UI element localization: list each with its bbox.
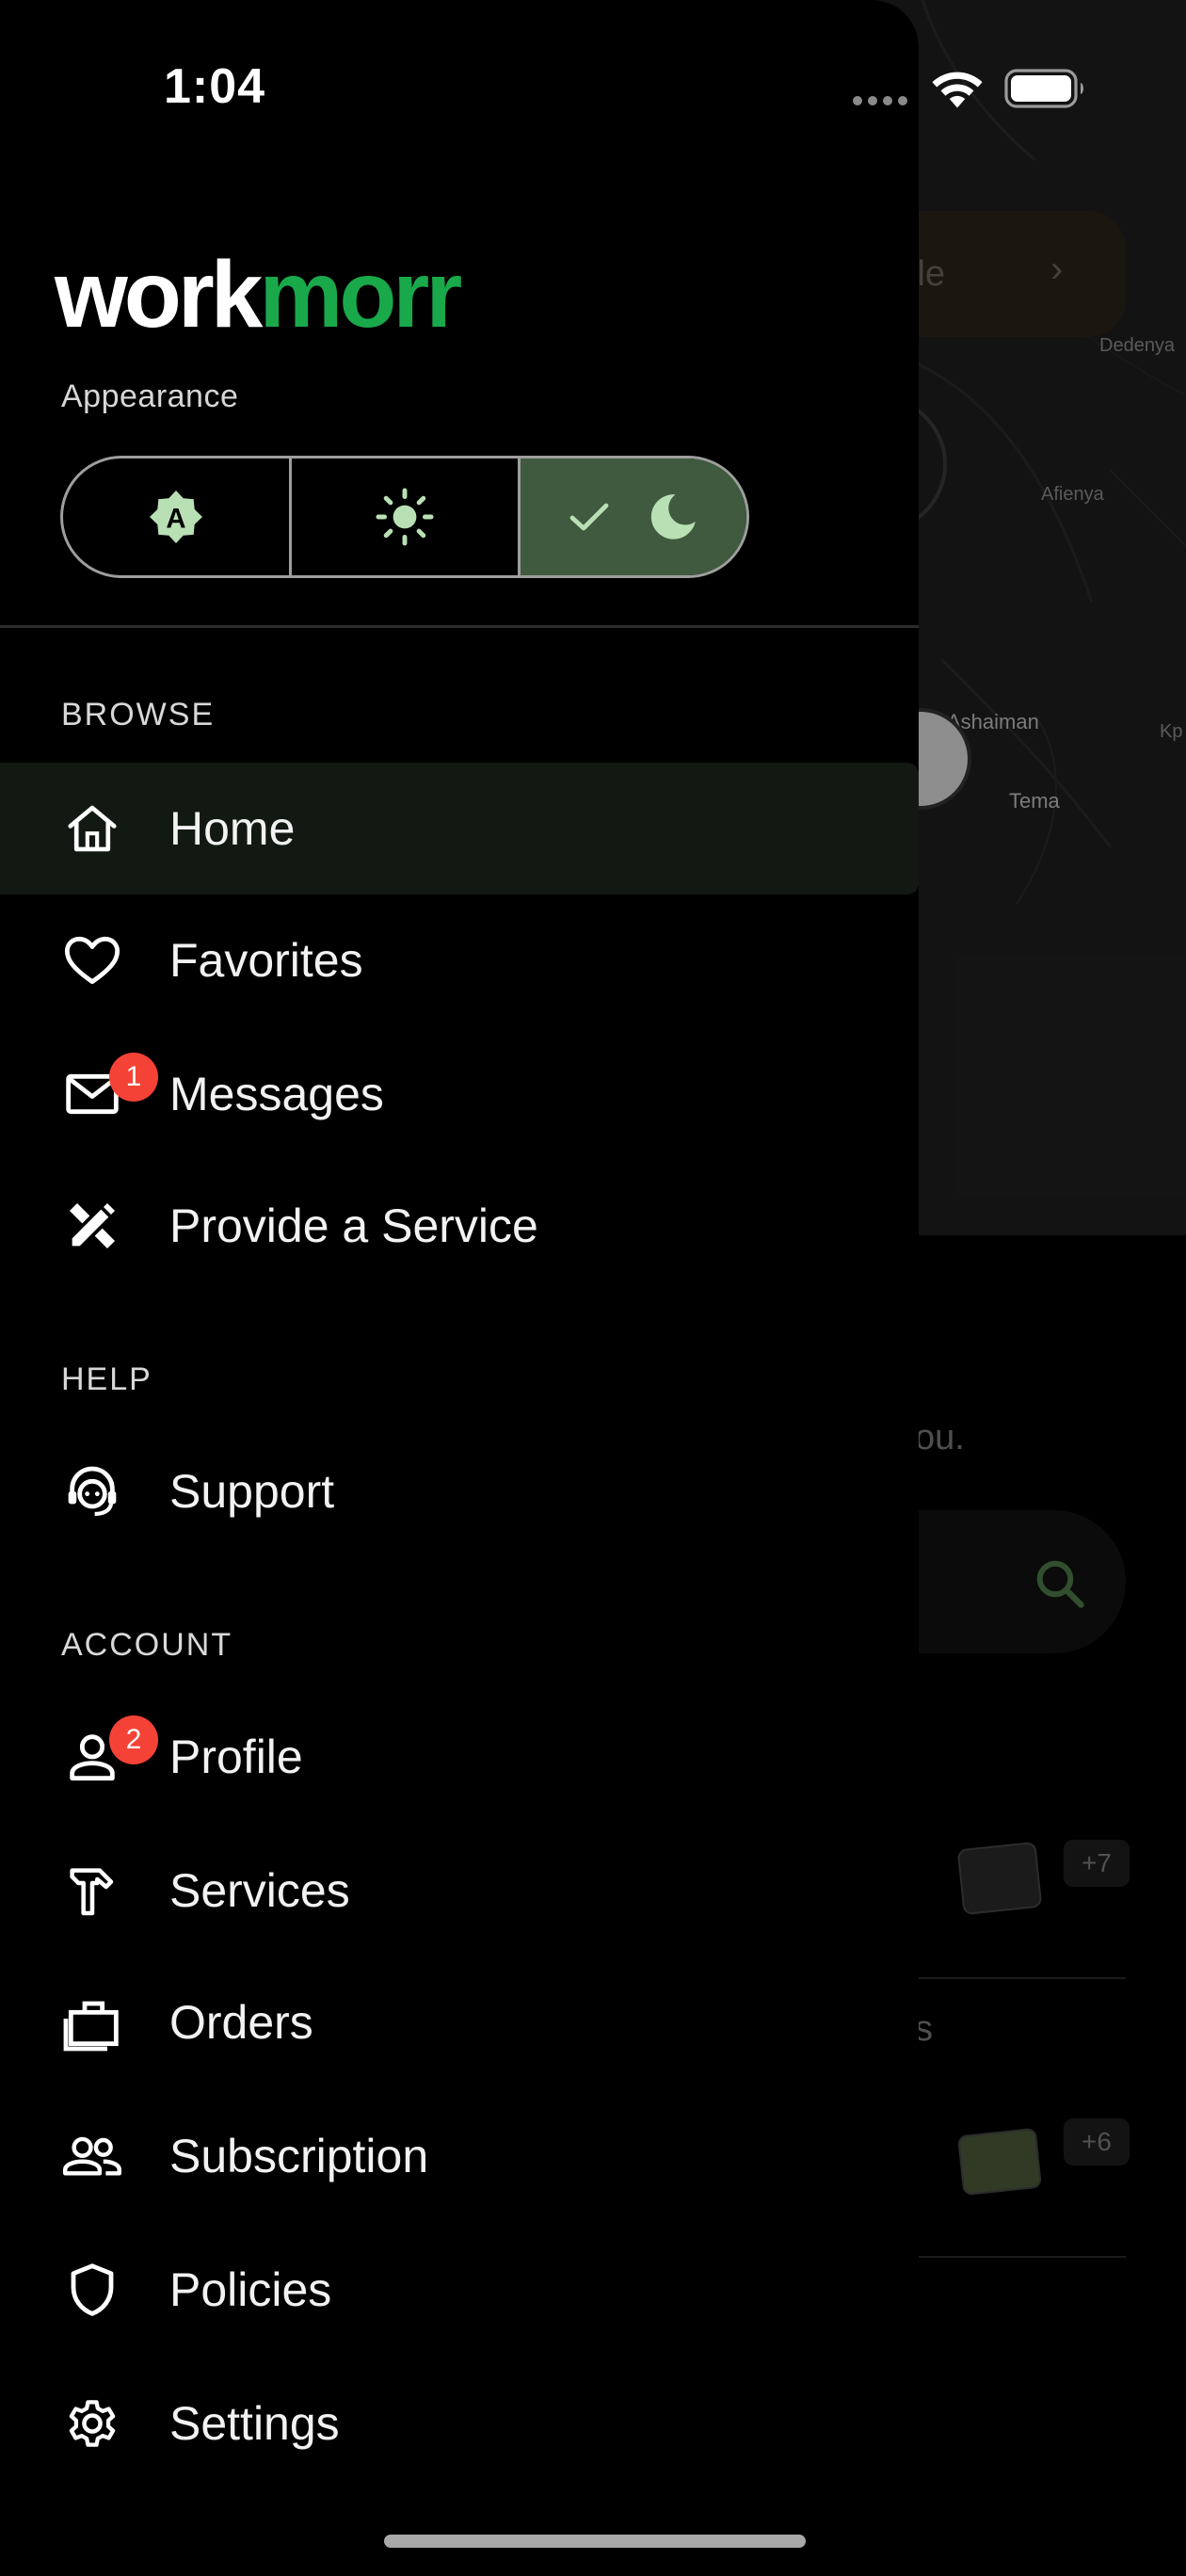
nav-item-messages[interactable]: 1 Messages	[0, 1028, 919, 1160]
moon-icon	[650, 494, 696, 539]
home-icon	[56, 793, 128, 864]
nav-label: Profile	[169, 1731, 303, 1783]
design-services-icon	[56, 1190, 128, 1262]
appearance-auto-button[interactable]: A	[63, 459, 292, 575]
messages-badge: 1	[109, 1053, 158, 1102]
battery-icon	[1004, 69, 1083, 108]
nav-item-home[interactable]: Home	[0, 763, 919, 894]
nav-item-policies[interactable]: Policies	[0, 2224, 919, 2356]
group-icon	[56, 2120, 128, 2192]
section-browse-label: BROWSE	[61, 697, 216, 733]
nav-label: Provide a Service	[169, 1199, 538, 1252]
wifi-icon	[932, 72, 983, 108]
nav-item-support[interactable]: Support	[0, 1425, 919, 1557]
heart-icon	[56, 925, 128, 996]
work-bag-icon	[56, 1987, 128, 2058]
svg-text:A: A	[166, 503, 185, 534]
divider	[0, 625, 919, 628]
section-help-label: HELP	[61, 1361, 152, 1397]
appearance-segmented-control: A	[60, 456, 749, 578]
section-account-label: ACCOUNT	[61, 1627, 233, 1663]
hammer-icon	[56, 1855, 128, 1926]
workmorr-logo: workmorr	[55, 242, 462, 347]
nav-item-subscription[interactable]: Subscription	[0, 2090, 919, 2222]
nav-label: Subscription	[169, 2130, 429, 2182]
nav-label: Services	[169, 1864, 350, 1917]
support-agent-icon	[56, 1456, 128, 1527]
nav-item-settings[interactable]: Settings	[0, 2358, 919, 2489]
nav-item-services[interactable]: Services	[0, 1825, 919, 1956]
auto-brightness-icon: A	[150, 491, 202, 543]
nav-label: Favorites	[169, 934, 363, 987]
home-indicator[interactable]	[384, 2535, 806, 2548]
nav-label: Support	[169, 1465, 335, 1518]
nav-item-orders[interactable]: Orders	[0, 1956, 919, 2088]
gear-icon	[56, 2388, 128, 2459]
nav-item-favorites[interactable]: Favorites	[0, 894, 919, 1026]
check-icon	[569, 503, 609, 531]
status-time: 1:04	[164, 59, 266, 114]
nav-label: Settings	[169, 2397, 340, 2450]
navigation-drawer: workmorr Appearance A BROWSE Home Favori…	[0, 0, 919, 2576]
nav-label: Home	[169, 802, 296, 855]
nav-item-profile[interactable]: 2 Profile	[0, 1691, 919, 1823]
appearance-label: Appearance	[61, 378, 239, 414]
appearance-dark-button[interactable]	[521, 459, 746, 575]
signal-dots-icon	[853, 96, 907, 105]
shield-icon	[56, 2254, 128, 2326]
nav-label: Messages	[169, 1068, 384, 1120]
profile-badge: 2	[109, 1715, 158, 1764]
nav-item-provide-service[interactable]: Provide a Service	[0, 1160, 919, 1292]
appearance-light-button[interactable]	[292, 459, 521, 575]
sun-icon	[376, 488, 434, 546]
nav-label: Policies	[169, 2263, 332, 2316]
nav-label: Orders	[169, 1996, 313, 2049]
